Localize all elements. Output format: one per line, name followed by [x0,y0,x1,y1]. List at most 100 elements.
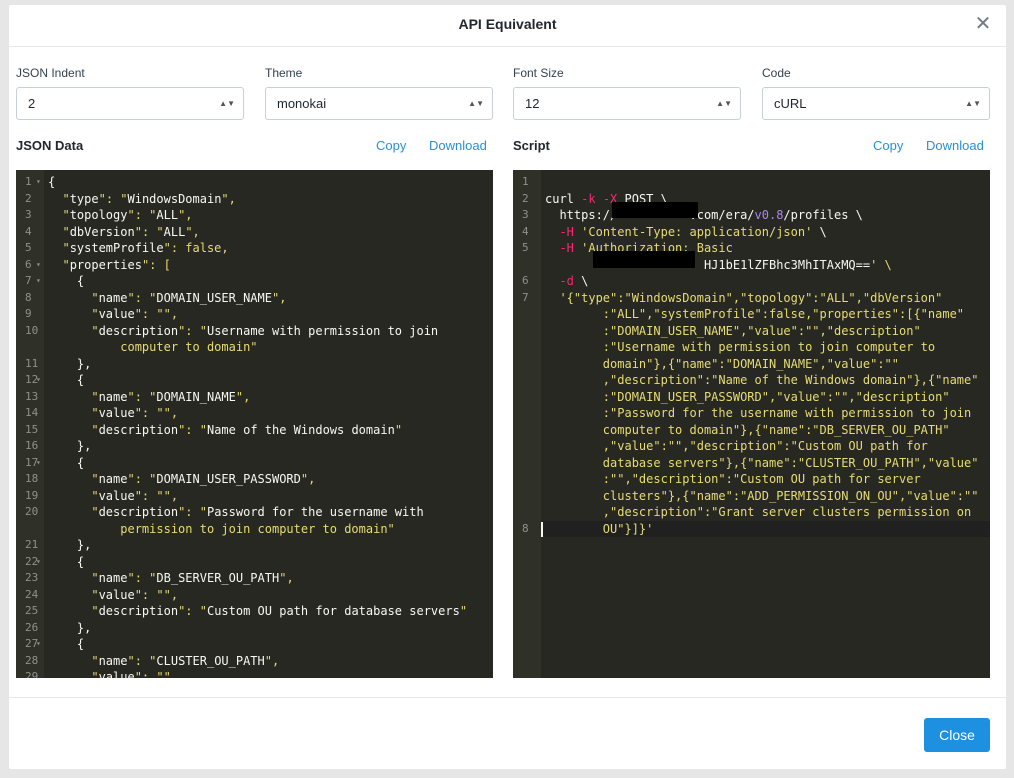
dialog-footer-divider [9,697,1006,698]
line-number: 10 [25,323,39,337]
code-text: :"ALL","systemProfile":false,"properties… [545,307,965,321]
json-indent-value: 2 [28,96,36,111]
code-text: ,"description":"Name of the Windows doma… [545,373,979,387]
close-button[interactable]: Close [924,718,990,752]
code-text: OU"}]}' [545,521,654,536]
code-text: :"DOMAIN_USER_PASSWORD","value":"","desc… [545,389,950,404]
code-text: { [48,637,85,651]
redaction-box [593,251,695,268]
code-text: "value": "", [48,670,179,678]
code-text: }, [48,620,92,635]
line-number: 15 [25,422,39,436]
json-data-title: JSON Data [16,138,84,153]
json-download-link[interactable]: Download [429,138,487,153]
code-text: { [48,175,56,189]
line-number: 24 [25,587,39,601]
fold-arrow-icon[interactable]: ▾ [36,273,41,290]
font-size-value: 12 [525,96,540,111]
json-code-editor[interactable]: 1 ▾{2 "type": "WindowsDomain", 3 "topology… [16,170,493,678]
code-select[interactable]: cURL ▲▼ [762,87,990,120]
code-text: "type": "WindowsDomain", [48,191,236,206]
code-text: }, [48,439,92,453]
code-text: "value": "", [48,406,179,420]
line-number: 16 [25,439,39,452]
code-text: "dbVersion": "ALL", [48,224,200,239]
code-text: -d \ [559,274,589,288]
code-text: "systemProfile": false, [48,241,229,255]
code-text: computer to domain" [48,340,258,354]
line-number: 3 [522,208,529,221]
line-number: 7 [522,290,529,304]
line-number: 20 [25,505,39,518]
line-number: 8 [522,521,529,535]
line-number: 28 [25,653,39,667]
fold-arrow-icon[interactable]: ▾ [36,455,41,472]
code-text: { [48,554,85,569]
line-number: 5 [25,241,32,254]
code-text: permission to join computer to domain" [48,521,395,536]
code-text: "value": "", [48,488,179,503]
theme-label: Theme [265,66,303,80]
code-text: "description": "Custom OU path for datab… [48,604,468,618]
line-number: 1 [522,175,529,188]
line-number: 29 [25,670,39,678]
line-number: 6 [522,274,529,287]
dialog-title: API Equivalent [458,16,557,32]
line-number: 9 [25,307,32,320]
code-text: "properties": [ [48,257,171,272]
line-number: 2 [25,191,32,205]
fold-arrow-icon[interactable]: ▾ [36,257,41,274]
chevron-up-down-icon: ▲▼ [716,99,732,108]
code-text: -H 'Content-Type: application/json' \ [559,224,827,239]
code-text: https:// .com/era/v0.8/profiles \ [559,208,863,222]
line-number: 21 [25,538,39,551]
fold-arrow-icon[interactable]: ▾ [36,554,41,571]
fold-arrow-icon[interactable]: ▾ [36,636,41,653]
line-number: 2 [522,191,529,205]
code-text: "value": "", [48,587,179,602]
chevron-up-down-icon: ▲▼ [468,99,484,108]
code-text: { [48,455,85,470]
script-copy-link[interactable]: Copy [873,138,903,153]
code-text: }, [48,538,92,552]
theme-value: monokai [277,96,327,111]
json-indent-label: JSON Indent [16,66,85,80]
script-download-link[interactable]: Download [926,138,984,153]
code-text: "name": "DOMAIN_USER_NAME", [48,290,287,305]
code-text: ,"value":"","description":"Custom OU pat… [545,439,928,453]
code-text: { [48,274,85,288]
code-text: database servers"},{"name":"CLUSTER_OU_P… [545,455,979,470]
code-text: :"Password for the username with permiss… [545,406,972,420]
code-text: "value": "", [48,307,179,321]
line-number: 26 [25,620,39,634]
code-text: "name": "DOMAIN_USER_PASSWORD", [48,472,316,486]
chevron-up-down-icon: ▲▼ [965,99,981,108]
theme-select[interactable]: monokai ▲▼ [265,87,493,120]
line-number: 4 [25,224,32,238]
line-number: 14 [25,406,39,419]
dialog-header: API Equivalent ✕ [9,5,1006,47]
fold-arrow-icon[interactable]: ▾ [36,174,41,191]
text-cursor [541,521,543,537]
line-number: 23 [25,571,39,584]
script-code-editor[interactable]: 1 2 curl -k -X POST \ 3 https:// .com/era/v… [513,170,990,678]
code-text: clusters"},{"name":"ADD_PERMISSION_ON_OU… [545,488,979,503]
code-text: :"DOMAIN_USER_NAME","value":"","descript… [545,323,921,338]
code-text: :"","description":"Custom OU path for se… [545,472,921,486]
code-value: cURL [774,96,807,111]
line-number: 8 [25,290,32,304]
font-size-select[interactable]: 12 ▲▼ [513,87,741,120]
font-size-label: Font Size [513,66,564,80]
line-number: 4 [522,224,529,238]
json-indent-select[interactable]: 2 ▲▼ [16,87,244,120]
code-text: ,"description":"Grant server clusters pe… [545,505,972,519]
code-text: { [48,373,85,387]
fold-arrow-icon[interactable]: ▾ [36,372,41,389]
line-number: 3 [25,208,32,221]
line-number: 19 [25,488,39,502]
close-icon[interactable]: ✕ [972,13,994,35]
line-number: 18 [25,472,39,485]
code-text: "topology": "ALL", [48,208,193,222]
code-text: }, [48,356,92,371]
json-copy-link[interactable]: Copy [376,138,406,153]
